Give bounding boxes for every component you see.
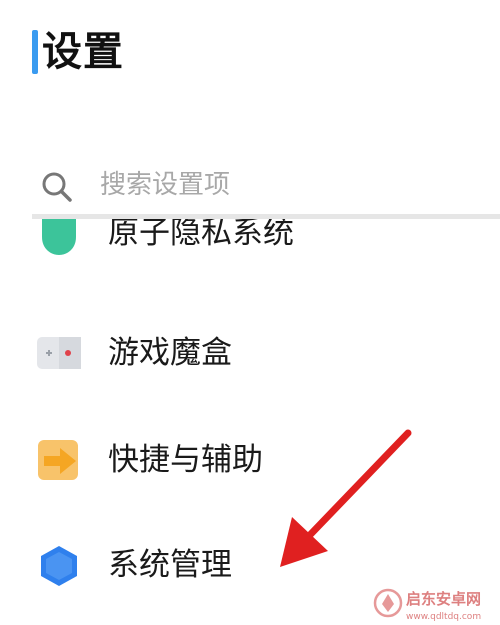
shortcut-arrow-icon bbox=[38, 440, 78, 480]
settings-screen: 设置 原子隐私系统 游戏魔盒 bbox=[0, 0, 500, 625]
search-bar[interactable] bbox=[32, 160, 500, 210]
page-title: 设置 bbox=[42, 29, 124, 75]
system-hexagon-icon bbox=[41, 546, 77, 586]
annotation-arrow-icon bbox=[280, 429, 412, 567]
search-input[interactable] bbox=[100, 160, 490, 210]
list-item-shortcut-assist[interactable]: 快捷与辅助 bbox=[0, 420, 500, 500]
list-item-label: 游戏魔盒 bbox=[108, 335, 232, 371]
list-item-label: 快捷与辅助 bbox=[108, 442, 263, 478]
watermark-brand: 启东安卓网 bbox=[406, 590, 481, 608]
list-item-game-box[interactable]: 游戏魔盒 bbox=[0, 315, 500, 395]
search-icon bbox=[42, 172, 72, 202]
list-clip-region: 原子隐私系统 bbox=[0, 219, 500, 279]
list-item-label: 系统管理 bbox=[108, 547, 232, 583]
watermark-url: www.qdltdq.com bbox=[406, 612, 481, 622]
list-item-privacy[interactable]: 原子隐私系统 bbox=[0, 219, 500, 279]
game-box-icon bbox=[37, 337, 81, 369]
privacy-shield-icon bbox=[42, 219, 76, 255]
title-accent-bar bbox=[32, 30, 38, 74]
list-item-label: 原子隐私系统 bbox=[108, 219, 294, 251]
watermark-logo: 启东安卓网 www.qdltdq.com bbox=[373, 588, 481, 622]
